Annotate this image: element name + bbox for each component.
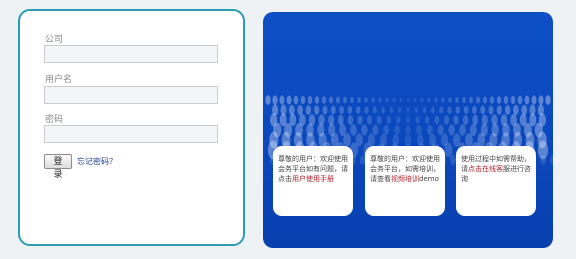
company-input[interactable] (44, 45, 218, 63)
help-card-manual: 尊敬的用户：欢迎使用会务平台如有问题，请点击用户使用手册 (273, 146, 353, 216)
username-input[interactable] (44, 86, 218, 104)
info-panel: 尊敬的用户：欢迎使用会务平台如有问题，请点击用户使用手册 尊敬的用户：欢迎使用会… (263, 12, 553, 248)
video-training-link[interactable]: 视频培训 (391, 175, 419, 183)
help-card-video: 尊敬的用户：欢迎使用会务平台，如需培训，请查看视频培训demo (365, 146, 445, 216)
online-support-link[interactable]: 点击在线客 (468, 165, 503, 173)
card-text-after: demo (419, 175, 439, 183)
login-panel: 公司 用户名 密码 登录 忘记密码？ (18, 9, 245, 246)
login-button[interactable]: 登录 (44, 154, 72, 180)
password-label: 密码 (45, 115, 64, 125)
user-manual-link[interactable]: 用户使用手册 (292, 175, 334, 183)
help-card-support: 使用过程中如需帮助，请点击在线客服进行咨询 (456, 146, 536, 216)
password-input[interactable] (44, 125, 218, 143)
company-label: 公司 (45, 35, 64, 45)
forgot-password-link[interactable]: 忘记密码？ (77, 157, 117, 167)
username-label: 用户名 (45, 75, 73, 85)
